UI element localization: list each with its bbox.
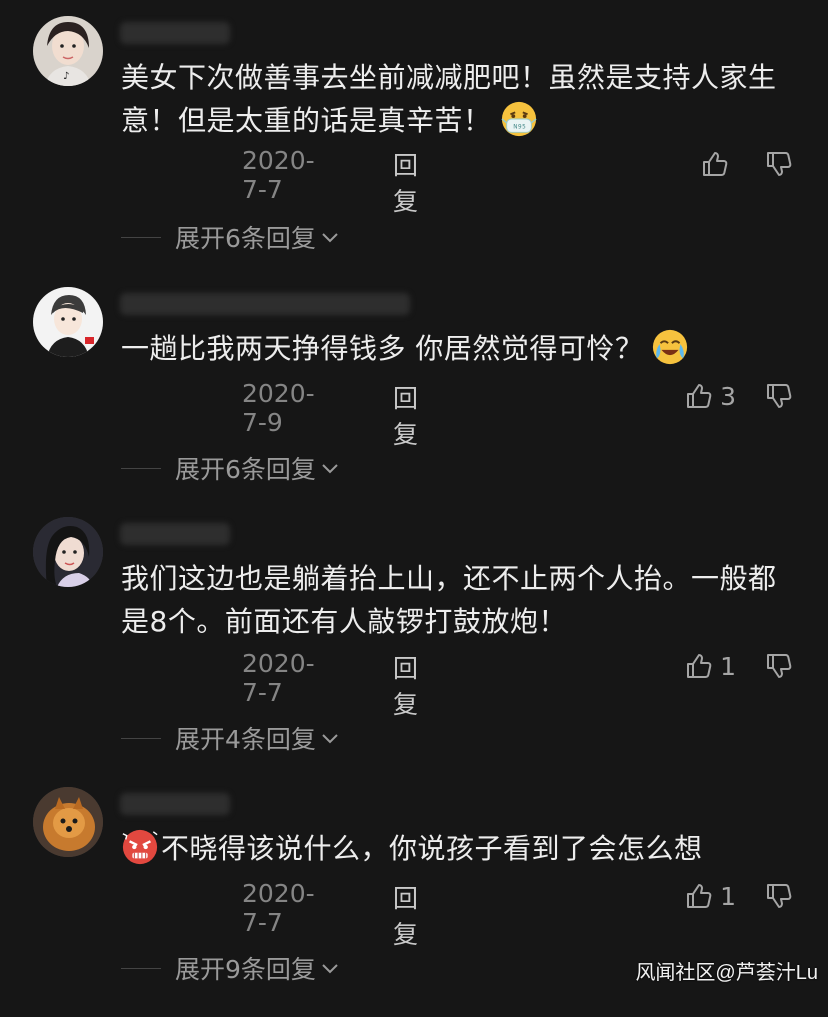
mask-face-emoji: N95 xyxy=(500,100,538,138)
divider-line xyxy=(121,737,161,739)
thumbs-down-icon xyxy=(767,152,792,176)
thumbs-down-icon xyxy=(767,884,792,908)
expand-replies[interactable]: 展开6条回复 xyxy=(121,219,342,255)
svg-text:N95: N95 xyxy=(513,125,526,131)
thumbs-up-icon xyxy=(687,654,712,678)
chevron-down-icon xyxy=(322,734,338,744)
chevron-down-icon xyxy=(322,964,338,974)
comment-item: 我们这边也是躺着抬上山，还不止两个人抬。一般都是8个。前面还有人敲锣打鼓放炮！ … xyxy=(0,517,828,754)
reply-button[interactable]: 回复 xyxy=(393,379,418,451)
comment-item: 一趟比我两天挣得钱多 你居然觉得可怜？ 2020-7-9 回复 3 展开6条回复 xyxy=(0,287,828,517)
like-button[interactable] xyxy=(700,147,736,181)
expand-replies-label: 展开9条回复 xyxy=(175,955,316,984)
expand-replies-label: 展开4条回复 xyxy=(175,725,316,754)
reply-button[interactable]: 回复 xyxy=(393,146,418,218)
like-button[interactable]: 1 xyxy=(684,649,736,683)
dislike-button[interactable] xyxy=(764,147,794,181)
expand-replies[interactable]: 展开4条回复 xyxy=(121,720,342,756)
reply-button[interactable]: 回复 xyxy=(393,649,418,721)
expand-replies-label: 展开6条回复 xyxy=(175,224,316,253)
comment-date: 2020-7-7 xyxy=(242,649,315,707)
username[interactable] xyxy=(120,22,230,44)
username[interactable] xyxy=(120,523,230,545)
like-button[interactable]: 1 xyxy=(684,879,736,913)
dislike-button[interactable] xyxy=(764,379,794,413)
thumbs-down-icon xyxy=(767,654,792,678)
divider-line xyxy=(121,236,161,238)
like-count: 1 xyxy=(720,651,736,681)
thumbs-down-icon xyxy=(767,384,792,408)
comment-date: 2020-7-7 xyxy=(242,146,315,204)
comment-date: 2020-7-9 xyxy=(242,379,315,437)
avatar[interactable]: ♪ xyxy=(33,16,103,86)
like-button[interactable]: 3 xyxy=(684,379,736,413)
crying-laughing-emoji xyxy=(651,328,689,366)
angry-face-emoji xyxy=(121,828,159,866)
comment-date: 2020-7-7 xyxy=(242,879,315,937)
comment-text: 不晓得该说什么，你说孩子看到了会怎么想 xyxy=(121,827,801,870)
like-count: 1 xyxy=(720,881,736,911)
dislike-button[interactable] xyxy=(764,879,794,913)
expand-replies[interactable]: 展开9条回复 xyxy=(121,950,342,986)
chevron-down-icon xyxy=(322,233,338,243)
avatar[interactable] xyxy=(33,517,103,587)
like-count: 3 xyxy=(720,381,736,411)
comment-text: 美女下次做善事去坐前减减肥吧！虽然是支持人家生意！但是太重的话是真辛苦！ N95 xyxy=(121,61,777,138)
watermark: 风闻社区@芦荟汁Lu xyxy=(635,962,818,984)
expand-replies[interactable]: 展开6条回复 xyxy=(121,450,342,486)
comment-item: ♪ 美女下次做善事去坐前减减肥吧！虽然是支持人家生意！但是太重的话是真辛苦！ N… xyxy=(0,16,828,253)
thumbs-up-icon xyxy=(687,884,712,908)
thumbs-up-icon xyxy=(687,384,712,408)
username[interactable] xyxy=(120,293,410,315)
comment-text: 我们这边也是躺着抬上山，还不止两个人抬。一般都是8个。前面还有人敲锣打鼓放炮！ xyxy=(121,562,777,638)
expand-replies-label: 展开6条回复 xyxy=(175,455,316,484)
divider-line xyxy=(121,467,161,469)
avatar[interactable] xyxy=(33,787,103,857)
thumbs-up-icon xyxy=(703,152,728,176)
avatar[interactable] xyxy=(33,287,103,357)
chevron-down-icon xyxy=(322,464,338,474)
divider-line xyxy=(121,967,161,969)
svg-text:♪: ♪ xyxy=(63,71,69,82)
reply-button[interactable]: 回复 xyxy=(393,879,418,951)
username[interactable] xyxy=(120,793,230,815)
comment-text: 一趟比我两天挣得钱多 你居然觉得可怜？ xyxy=(121,327,801,370)
dislike-button[interactable] xyxy=(764,649,794,683)
